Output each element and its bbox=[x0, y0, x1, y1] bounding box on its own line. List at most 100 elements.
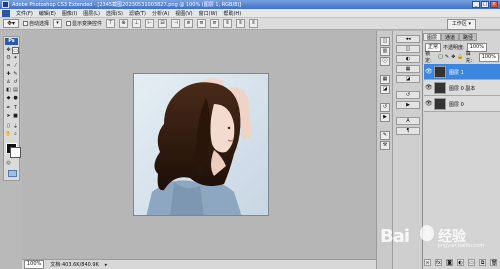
visibility-eye-icon[interactable]: 👁 bbox=[425, 100, 433, 107]
new-layer-icon[interactable]: ⧉ bbox=[479, 259, 486, 266]
menu-edit[interactable]: 编辑(E) bbox=[36, 10, 59, 17]
layer-mask-icon[interactable]: ◙ bbox=[446, 259, 453, 266]
distribute-bottom-icon[interactable]: ≡ bbox=[210, 19, 220, 28]
color-collapsed-icon[interactable]: ◐ bbox=[396, 55, 420, 63]
brush-tool-icon[interactable]: ✎ bbox=[12, 71, 19, 78]
background-color-swatch[interactable] bbox=[10, 147, 21, 158]
distribute-right-icon[interactable]: ⦀ bbox=[249, 19, 259, 28]
lock-all-icon[interactable]: 🔒 bbox=[457, 54, 463, 60]
history-brush-tool-icon[interactable]: ↺ bbox=[12, 79, 19, 86]
show-transform-option[interactable]: 显示变换控件 bbox=[66, 20, 102, 27]
status-arrow-icon[interactable]: ▸ bbox=[105, 262, 108, 268]
layer-style-icon[interactable]: fx bbox=[435, 259, 442, 266]
actions-collapsed-icon[interactable]: ▶ bbox=[396, 101, 420, 109]
align-center-icon[interactable]: ⊟ bbox=[158, 19, 168, 28]
adjustment-layer-icon[interactable]: ◐ bbox=[457, 259, 464, 266]
distribute-center-icon[interactable]: ⦀ bbox=[236, 19, 246, 28]
distribute-top-icon[interactable]: ≡ bbox=[184, 19, 194, 28]
close-button[interactable]: × bbox=[490, 1, 498, 8]
dodge-tool-icon[interactable]: ● bbox=[12, 95, 19, 102]
menu-select[interactable]: 选择(S) bbox=[103, 10, 126, 17]
align-middle-icon[interactable]: ⊕ bbox=[119, 19, 129, 28]
paragraph-collapsed-icon[interactable]: ¶ bbox=[396, 127, 420, 135]
lasso-tool-icon[interactable]: ʘ bbox=[5, 55, 12, 62]
new-group-icon[interactable]: ▭ bbox=[468, 259, 475, 266]
menu-view[interactable]: 视图(V) bbox=[172, 10, 195, 17]
pen-tool-icon[interactable]: ✒ bbox=[5, 105, 12, 112]
navigator-icon[interactable]: ◫ bbox=[380, 37, 390, 46]
screen-mode-icon[interactable] bbox=[8, 170, 17, 177]
styles-collapsed-icon[interactable]: ◪ bbox=[396, 75, 420, 83]
tool-presets-icon[interactable]: ⚒ bbox=[380, 141, 390, 150]
align-left-icon[interactable]: ⊢ bbox=[145, 19, 155, 28]
slice-tool-icon[interactable]: ⁄ bbox=[12, 63, 19, 70]
tool-preset-picker[interactable]: ✥▾ bbox=[3, 19, 19, 28]
tab-layers[interactable]: 图层 bbox=[423, 33, 442, 41]
layer-dropdown[interactable]: ▾ bbox=[53, 19, 63, 28]
layer-row[interactable]: 👁 图层 1 bbox=[424, 64, 500, 80]
menu-layer[interactable]: 图层(L) bbox=[80, 10, 103, 17]
menu-file[interactable]: 文件(F) bbox=[13, 10, 36, 17]
notes-tool-icon[interactable]: ▯ bbox=[5, 123, 12, 130]
swatches-collapsed-icon[interactable]: ▦ bbox=[396, 65, 420, 73]
layer-row[interactable]: 👁 图层 0 bbox=[424, 96, 500, 112]
menu-help[interactable]: 帮助(H) bbox=[220, 10, 244, 17]
swatches-icon[interactable]: ▦ bbox=[380, 75, 390, 84]
show-transform-checkbox[interactable] bbox=[66, 21, 72, 26]
align-right-icon[interactable]: ⊣ bbox=[171, 19, 181, 28]
link-layers-icon[interactable]: ∞ bbox=[424, 259, 431, 266]
mini-panel-row[interactable]: ◂◂ bbox=[396, 35, 420, 43]
menu-window[interactable]: 窗口(W) bbox=[196, 10, 221, 17]
character-collapsed-icon[interactable]: A bbox=[396, 117, 420, 125]
move-tool-icon[interactable]: ✥ bbox=[5, 47, 12, 54]
styles-icon[interactable]: ◪ bbox=[380, 85, 390, 94]
doc-info[interactable]: 文档:403.6K/840.9K bbox=[50, 261, 99, 268]
magic-wand-tool-icon[interactable]: ✶ bbox=[12, 55, 19, 62]
healing-tool-icon[interactable]: ✚ bbox=[5, 71, 12, 78]
distribute-left-icon[interactable]: ⦀ bbox=[223, 19, 233, 28]
tab-channels[interactable]: 通道 bbox=[441, 33, 460, 41]
gradient-tool-icon[interactable]: ▤ bbox=[12, 87, 19, 94]
fill-field[interactable]: 100% bbox=[478, 52, 499, 62]
layer-row[interactable]: 👁 图层 0 副本 bbox=[424, 80, 500, 96]
align-top-icon[interactable]: ⊤ bbox=[106, 19, 116, 28]
lock-pixels-icon[interactable]: ✎ bbox=[445, 54, 449, 60]
lock-transparency-icon[interactable]: ▢ bbox=[438, 54, 443, 60]
maximize-button[interactable]: □ bbox=[481, 1, 489, 8]
menu-analysis[interactable]: 分析(A) bbox=[149, 10, 172, 17]
zoom-tool-icon[interactable]: ⌕ bbox=[12, 131, 19, 138]
history-collapsed-icon[interactable]: ↺ bbox=[396, 91, 420, 99]
eyedropper-tool-icon[interactable]: ⍊ bbox=[12, 123, 19, 130]
blur-tool-icon[interactable]: ◆ bbox=[5, 95, 12, 102]
auto-select-checkbox[interactable] bbox=[23, 21, 28, 26]
hand-tool-icon[interactable]: ✋ bbox=[5, 131, 12, 138]
eraser-tool-icon[interactable]: ◧ bbox=[5, 87, 12, 94]
shape-tool-icon[interactable]: ■ bbox=[12, 113, 19, 120]
marquee-tool-icon[interactable]: ▭ bbox=[12, 47, 19, 54]
delete-layer-icon[interactable]: 🗑 bbox=[490, 259, 497, 266]
minimize-button[interactable]: _ bbox=[472, 1, 480, 8]
crop-tool-icon[interactable]: ⌗ bbox=[5, 63, 12, 70]
zoom-field[interactable]: 100% bbox=[24, 260, 45, 269]
quick-mask-icon[interactable]: ◎ bbox=[5, 160, 12, 167]
tab-paths[interactable]: 路径 bbox=[459, 33, 478, 41]
menu-filter[interactable]: 滤镜(T) bbox=[126, 10, 149, 17]
actions-icon[interactable]: ▶ bbox=[380, 113, 390, 122]
distribute-middle-icon[interactable]: ≡ bbox=[197, 19, 207, 28]
path-select-tool-icon[interactable]: ➤ bbox=[5, 113, 12, 120]
navigator-collapsed-icon[interactable]: ◫ bbox=[396, 45, 420, 53]
visibility-eye-icon[interactable]: 👁 bbox=[425, 68, 433, 75]
workspace-button[interactable]: 工作区 ▾ bbox=[446, 19, 476, 30]
document-canvas[interactable] bbox=[133, 73, 269, 216]
menu-image[interactable]: 图像(I) bbox=[59, 10, 80, 17]
brushes-icon[interactable]: ✎ bbox=[380, 131, 390, 140]
histogram-icon[interactable]: ▥ bbox=[380, 47, 390, 56]
history-icon[interactable]: ↺ bbox=[380, 103, 390, 112]
info-icon[interactable]: ⓘ bbox=[380, 57, 390, 66]
stamp-tool-icon[interactable]: ♙ bbox=[5, 79, 12, 86]
auto-select-option[interactable]: 自动选择 bbox=[23, 20, 49, 27]
type-tool-icon[interactable]: T bbox=[12, 105, 19, 112]
lock-position-icon[interactable]: ✥ bbox=[451, 54, 455, 60]
ps-menu-icon[interactable] bbox=[2, 9, 10, 17]
visibility-eye-icon[interactable]: 👁 bbox=[425, 84, 433, 91]
